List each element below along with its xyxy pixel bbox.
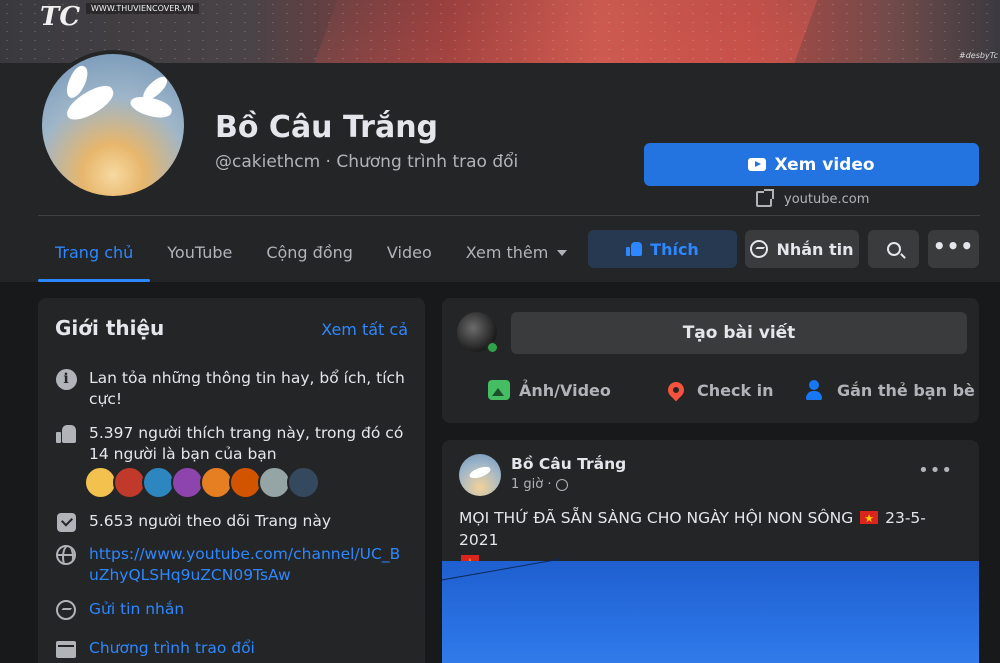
tab-youtube[interactable]: YouTube: [150, 223, 249, 282]
watch-video-label: Xem video: [774, 154, 875, 175]
dove-graphic: [468, 464, 492, 481]
tab-community-label: Cộng đồng: [266, 243, 353, 262]
intro-website-row: https://www.youtube.com/channel/UC_BuZhy…: [55, 544, 410, 586]
photo-icon: [488, 380, 510, 400]
search-button[interactable]: [868, 230, 919, 268]
messenger-icon: [750, 240, 769, 258]
intro-likes: 5.397 người thích trang này, trong đó có…: [89, 424, 404, 463]
post-timestamp[interactable]: 1 giờ ·: [511, 477, 568, 492]
tab-home-label: Trang chủ: [55, 243, 134, 262]
page-title: Bồ Câu Trắng: [215, 110, 439, 145]
youtube-icon: [748, 158, 767, 171]
info-icon-wrap: i: [55, 368, 77, 390]
header-divider: [38, 215, 980, 216]
cover-watermark-tag: #desbyTc: [959, 51, 998, 60]
see-all-link[interactable]: Xem tất cả: [321, 320, 408, 339]
chevron-down-icon: [557, 249, 568, 256]
info-icon: i: [55, 368, 77, 390]
tab-youtube-label: YouTube: [167, 243, 233, 262]
tab-video-label: Video: [386, 243, 432, 262]
page-header: Bồ Câu Trắng @cakiethcm · Chương trình t…: [0, 50, 1000, 282]
follow-icon-wrap: [55, 511, 77, 533]
tab-video[interactable]: Video: [370, 223, 449, 282]
post-text-part: MỌI THỨ ĐÃ SẴN SÀNG CHO NGÀY HỘI NON SÔN…: [459, 509, 859, 527]
post-composer: Tạo bài viết Ảnh/Video Check in Gắn thẻ …: [442, 298, 979, 423]
post-author-avatar[interactable]: [459, 454, 501, 496]
cover-flag-graphic: [308, 0, 832, 63]
intro-title: Giới thiệu: [55, 316, 165, 340]
page-tabs: Trang chủ YouTube Cộng đồng Video Xem th…: [38, 223, 584, 282]
post-image[interactable]: [442, 558, 979, 663]
message-button[interactable]: Nhắn tin: [745, 230, 859, 268]
website-link[interactable]: https://www.youtube.com/channel/UC_BuZhy…: [89, 544, 410, 586]
intro-likes-row: 5.397 người thích trang này, trong đó có…: [55, 423, 410, 465]
post-time-label: 1 giờ ·: [511, 477, 552, 492]
post-options-button[interactable]: •••: [918, 460, 953, 481]
location-pin-icon: [664, 378, 688, 402]
like-label: Thích: [650, 239, 699, 259]
create-post-button[interactable]: Tạo bài viết: [511, 312, 967, 354]
tab-community[interactable]: Cộng đồng: [249, 223, 370, 282]
intro-description-row: i Lan tỏa những thông tin hay, bổ ích, t…: [55, 368, 410, 410]
friend-avatars[interactable]: [84, 466, 320, 499]
more-options-button[interactable]: •••: [928, 230, 979, 268]
external-link-icon: [756, 189, 774, 207]
intro-category-row: Chương trình trao đổi: [55, 638, 410, 660]
online-status-icon: [486, 341, 499, 354]
messenger-icon: [56, 600, 76, 620]
watch-video-button[interactable]: Xem video: [644, 143, 979, 186]
tag-friends-icon: [806, 380, 828, 400]
send-message-link[interactable]: Gửi tin nhắn: [89, 599, 184, 621]
cover-photo[interactable]: TC WWW.THUVIENCOVER.VN #desbyTc: [0, 0, 1000, 63]
intro-card: Giới thiệu Xem tất cả i Lan tỏa những th…: [38, 298, 425, 663]
cover-logo: TC: [40, 2, 81, 32]
category-icon: [56, 640, 76, 658]
intro-followers-row: 5.653 người theo dõi Trang này: [55, 511, 410, 533]
check-in-label: Check in: [697, 380, 774, 400]
globe-icon-wrap: [55, 544, 77, 566]
vietnam-flag-icon: [860, 508, 879, 530]
messenger-icon-wrap: [55, 599, 77, 621]
intro-description: Lan tỏa những thông tin hay, bổ ích, tíc…: [89, 369, 405, 408]
tag-friends-label: Gắn thẻ bạn bè: [837, 380, 975, 400]
page-avatar[interactable]: [38, 50, 188, 200]
tab-home[interactable]: Trang chủ: [38, 223, 151, 282]
like-icon-wrap: [55, 423, 77, 445]
follow-check-icon: [56, 512, 76, 532]
cover-watermark-url: WWW.THUVIENCOVER.VN: [86, 3, 199, 14]
thumbs-up-icon: [56, 425, 76, 443]
search-icon: [886, 242, 901, 256]
photo-video-button[interactable]: Ảnh/Video: [488, 373, 611, 407]
youtube-link[interactable]: youtube.com: [756, 189, 870, 207]
globe-icon: [56, 545, 76, 565]
friend-avatar[interactable]: [287, 466, 320, 499]
message-label: Nhắn tin: [776, 239, 854, 259]
like-button[interactable]: Thích: [588, 230, 737, 268]
intro-followers: 5.653 người theo dõi Trang này: [89, 512, 332, 530]
power-line-graphic: [442, 558, 563, 600]
tag-friends-button[interactable]: Gắn thẻ bạn bè: [806, 373, 975, 407]
more-icon: •••: [932, 234, 975, 258]
category-link[interactable]: Chương trình trao đổi: [89, 638, 255, 660]
photo-video-label: Ảnh/Video: [519, 380, 611, 400]
category-icon-wrap: [55, 638, 77, 660]
feed-post: Bồ Câu Trắng 1 giờ · ••• MỌI THỨ ĐÃ SẴN …: [442, 440, 979, 663]
youtube-link-label: youtube.com: [784, 191, 870, 207]
tab-more-label: Xem thêm: [465, 243, 549, 262]
check-in-button[interactable]: Check in: [664, 373, 774, 407]
tab-more[interactable]: Xem thêm: [449, 223, 585, 282]
thumbs-up-icon: [626, 242, 643, 256]
public-globe-icon: [555, 478, 568, 491]
post-author-name[interactable]: Bồ Câu Trắng: [511, 455, 626, 473]
page-handle: @cakiethcm · Chương trình trao đổi: [215, 152, 519, 172]
intro-message-row: Gửi tin nhắn: [55, 599, 410, 621]
